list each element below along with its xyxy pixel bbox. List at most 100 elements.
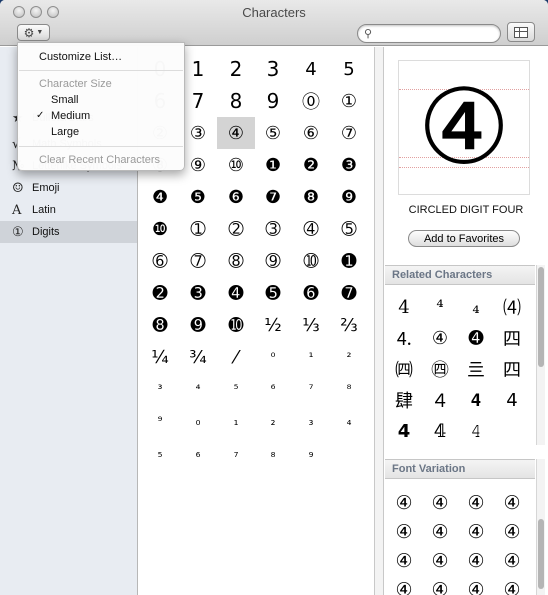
character-palette-button[interactable] [507, 22, 535, 42]
character-cell[interactable]: ❼ [254, 181, 292, 213]
character-cell[interactable]: ¾ [179, 341, 217, 373]
character-cell[interactable]: ₅ [141, 437, 179, 469]
character-cell[interactable]: ⑥ [292, 117, 330, 149]
character-cell[interactable]: ⑦ [330, 117, 368, 149]
related-character-tile[interactable]: ４ [422, 385, 458, 415]
character-cell[interactable]: ➏ [292, 277, 330, 309]
related-character-tile[interactable]: 𝟰 [386, 416, 422, 446]
scrollbar-thumb[interactable] [538, 519, 544, 589]
character-cell[interactable]: ❺ [179, 181, 217, 213]
character-cell[interactable]: ➋ [141, 277, 179, 309]
character-cell[interactable]: ¼ [141, 341, 179, 373]
related-character-tile[interactable]: 𝟒 [458, 385, 494, 415]
character-cell[interactable]: ⅔ [330, 309, 368, 341]
character-cell[interactable]: ⑤ [254, 117, 292, 149]
character-cell[interactable]: ⓪ [292, 85, 330, 117]
character-cell[interactable]: ⁰ [254, 341, 292, 373]
related-character-tile[interactable]: ➍ [458, 323, 494, 353]
character-cell[interactable]: ⅓ [292, 309, 330, 341]
sidebar-item-digits[interactable]: ① Digits [0, 221, 137, 243]
character-cell[interactable]: ① [330, 85, 368, 117]
character-cell[interactable]: ❹ [141, 181, 179, 213]
character-cell[interactable]: ➒ [179, 309, 217, 341]
related-character-tile[interactable]: ⑷ [494, 292, 530, 322]
character-cell[interactable]: ⑩ [217, 149, 255, 181]
font-variation-tile[interactable]: ④ [458, 488, 494, 518]
character-cell[interactable]: ④ [217, 117, 255, 149]
font-variation-tile[interactable]: ④ [458, 546, 494, 576]
character-cell[interactable]: ₆ [179, 437, 217, 469]
font-variation-tile[interactable]: ④ [422, 546, 458, 576]
character-cell[interactable]: ➌ [179, 277, 217, 309]
search-field[interactable]: ⚲ [357, 24, 501, 43]
related-character-tile[interactable]: ⒋ [386, 323, 422, 353]
character-cell[interactable]: 9 [254, 85, 292, 117]
character-cell[interactable]: ❸ [330, 149, 368, 181]
font-variation-tile[interactable]: ④ [386, 575, 422, 595]
character-cell[interactable]: ₇ [217, 437, 255, 469]
character-cell[interactable]: ➉ [292, 245, 330, 277]
character-cell[interactable]: ➄ [330, 213, 368, 245]
character-cell[interactable]: ₄ [330, 405, 368, 437]
customize-list-menu-item[interactable]: Customize List… [18, 49, 184, 65]
related-character-tile[interactable]: 4 [386, 292, 422, 322]
related-character-tile[interactable]: ㊃ [422, 354, 458, 384]
character-cell[interactable]: ➀ [179, 213, 217, 245]
sidebar-item-emoji[interactable]: ☺ Emoji [0, 177, 137, 199]
character-cell[interactable]: ❻ [217, 181, 255, 213]
font-variation-tile[interactable]: ④ [458, 575, 494, 595]
character-cell[interactable]: ³ [141, 373, 179, 405]
character-cell[interactable]: ½ [254, 309, 292, 341]
related-character-tile[interactable]: 肆 [386, 385, 422, 415]
character-cell[interactable]: ⁹ [141, 405, 179, 437]
character-cell[interactable]: ➍ [217, 277, 255, 309]
character-cell[interactable]: ² [330, 341, 368, 373]
size-small-menu-item[interactable]: Small [18, 92, 184, 108]
related-character-tile[interactable]: ④ [422, 323, 458, 353]
character-cell[interactable]: ₁ [217, 405, 255, 437]
character-cell[interactable]: ➑ [141, 309, 179, 341]
character-cell[interactable]: ➓ [217, 309, 255, 341]
character-cell[interactable]: ⁴ [179, 373, 217, 405]
character-cell[interactable]: ➈ [254, 245, 292, 277]
related-character-tile[interactable]: 𝟺 [458, 416, 494, 446]
character-cell[interactable]: ➅ [141, 245, 179, 277]
character-cell[interactable]: ⁶ [254, 373, 292, 405]
character-cell[interactable]: ➂ [254, 213, 292, 245]
font-variation-tile[interactable]: ④ [386, 517, 422, 547]
font-variation-tile[interactable]: ④ [422, 488, 458, 518]
character-cell[interactable]: ⁸ [330, 373, 368, 405]
character-cell[interactable]: 3 [254, 53, 292, 85]
related-scrollbar[interactable] [536, 265, 545, 445]
scrollbar-thumb[interactable] [538, 267, 544, 367]
character-cell[interactable]: ➎ [254, 277, 292, 309]
size-large-menu-item[interactable]: Large [18, 124, 184, 140]
character-cell[interactable]: 2 [217, 53, 255, 85]
variation-scrollbar[interactable] [536, 459, 545, 595]
panel-splitter[interactable] [374, 47, 384, 595]
font-variation-tile[interactable]: ④ [386, 546, 422, 576]
character-cell[interactable]: ⁵ [217, 373, 255, 405]
font-variation-tile[interactable]: ④ [422, 517, 458, 547]
character-cell[interactable]: ➊ [330, 245, 368, 277]
character-cell[interactable]: ❿ [141, 213, 179, 245]
add-to-favorites-button[interactable]: Add to Favorites [408, 230, 520, 247]
search-input[interactable] [378, 27, 494, 40]
related-character-tile[interactable]: 亖 [458, 354, 494, 384]
character-cell[interactable]: ₂ [254, 405, 292, 437]
character-cell[interactable]: ⁄ [217, 341, 255, 373]
font-variation-tile[interactable]: ④ [494, 517, 530, 547]
character-cell[interactable]: ➆ [179, 245, 217, 277]
font-variation-tile[interactable]: ④ [494, 575, 530, 595]
size-medium-menu-item[interactable]: ✓ Medium [18, 108, 184, 124]
character-cell[interactable]: ¹ [292, 341, 330, 373]
character-cell[interactable]: ₃ [292, 405, 330, 437]
character-cell[interactable]: ❷ [292, 149, 330, 181]
related-character-tile[interactable]: 四 [494, 323, 530, 353]
character-cell[interactable]: ➃ [292, 213, 330, 245]
character-cell[interactable]: ₈ [254, 437, 292, 469]
character-cell[interactable]: ❽ [292, 181, 330, 213]
action-menu-button[interactable]: ⚙ ▼ [17, 24, 50, 41]
character-cell[interactable]: 4 [292, 53, 330, 85]
character-cell[interactable]: ₀ [179, 405, 217, 437]
